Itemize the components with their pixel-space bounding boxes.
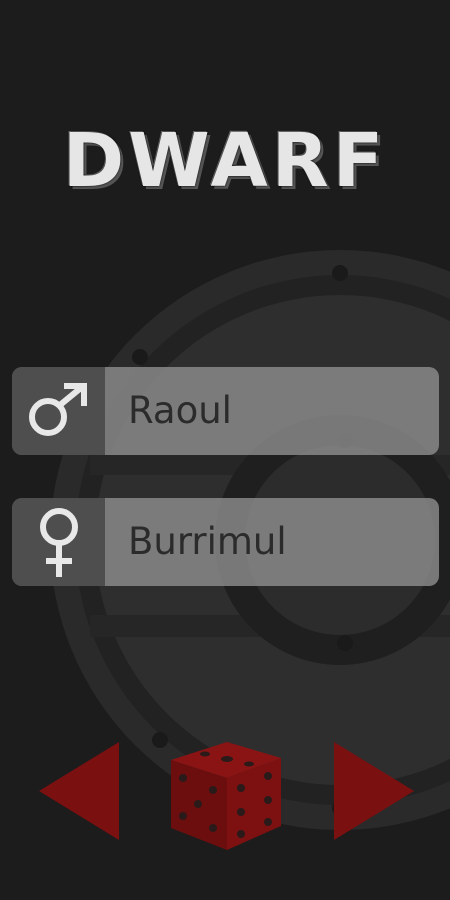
female-name-text: Burrimul (128, 520, 287, 563)
dice-icon (171, 742, 281, 850)
male-symbol-icon (28, 383, 87, 436)
randomize-button[interactable] (165, 728, 287, 854)
triangle-left-icon (39, 742, 119, 840)
male-name-row[interactable]: Raoul (12, 367, 439, 455)
male-gender-button[interactable] (12, 367, 105, 455)
next-button[interactable] (330, 738, 418, 844)
female-name-row[interactable]: Burrimul (12, 498, 439, 586)
race-title: DWARF (62, 118, 388, 204)
previous-button[interactable] (35, 738, 123, 844)
male-name-text: Raoul (128, 389, 232, 432)
female-gender-button[interactable] (12, 498, 105, 586)
female-symbol-icon (39, 508, 78, 577)
triangle-right-icon (334, 742, 414, 840)
